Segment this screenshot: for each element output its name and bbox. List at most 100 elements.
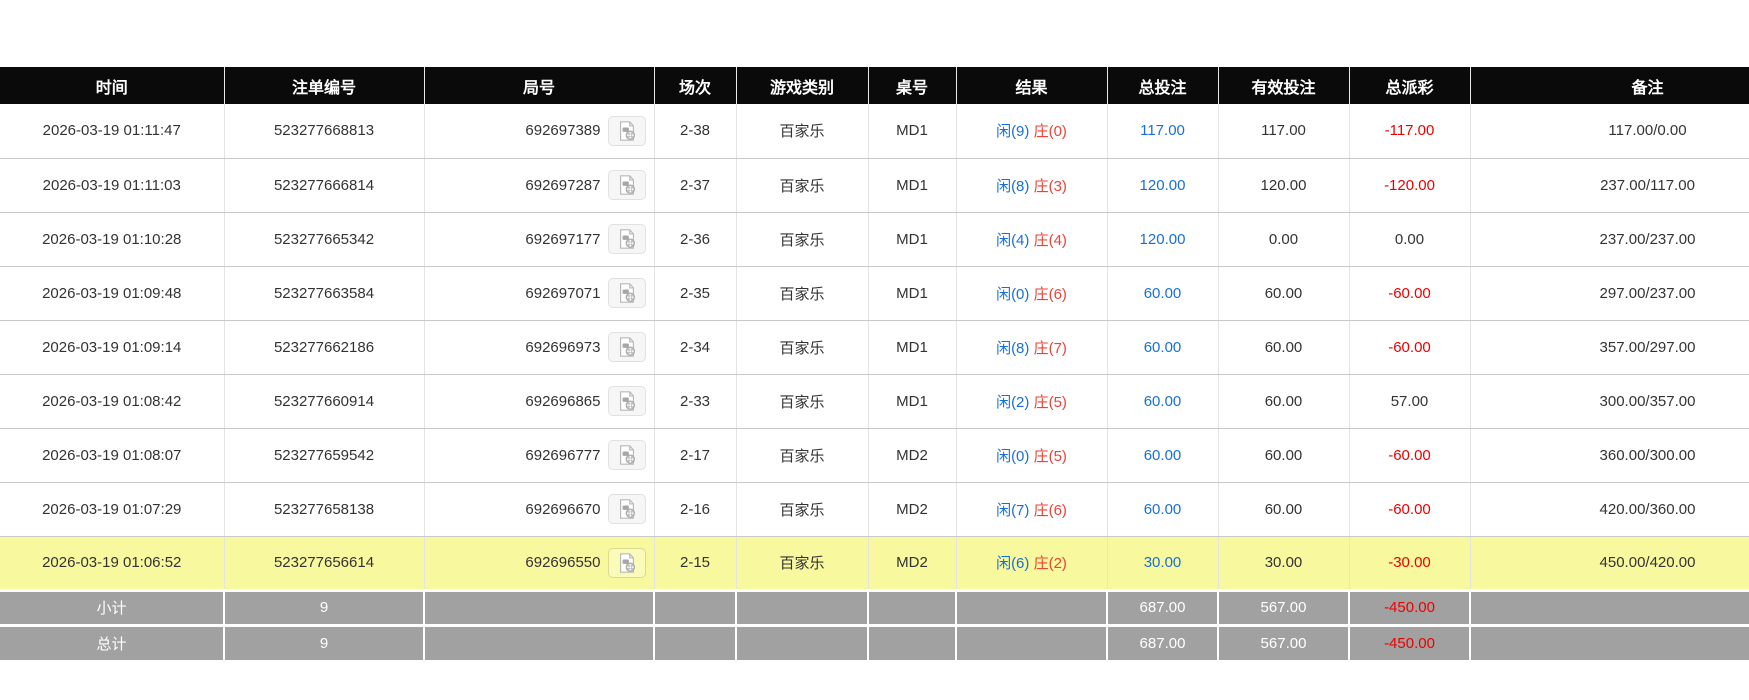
round-cell: 692696550 <box>424 536 655 591</box>
bet-id-cell: 523277660914 <box>224 374 425 429</box>
video-replay-button[interactable] <box>607 494 646 524</box>
summary-total-bet-cell: 687.00 <box>1107 623 1219 660</box>
bet-id-cell: 523277658138 <box>224 482 425 537</box>
game-type-cell: 百家乐 <box>736 428 869 483</box>
result-player: 闲(2) <box>996 393 1030 411</box>
table-row: 2026-03-19 01:08:42 523277660914 6926968… <box>0 374 1749 429</box>
summary-valid-bet-cell: 567.00 <box>1218 588 1350 625</box>
round-id-text: 692696973 <box>525 338 601 356</box>
session-cell: 2-17 <box>654 428 737 483</box>
round-id-text: 692696670 <box>525 500 601 518</box>
game-type-cell: 百家乐 <box>736 104 869 159</box>
summary-label-cell: 总计 <box>0 623 225 660</box>
total-bet-cell: 60.00 <box>1107 428 1219 483</box>
video-replay-button[interactable] <box>607 440 646 470</box>
round-id-text: 692696865 <box>525 392 601 410</box>
result-player: 闲(0) <box>996 447 1030 465</box>
payout-cell: 57.00 <box>1349 374 1471 429</box>
table-row: 2026-03-19 01:07:29 523277658138 6926966… <box>0 482 1749 537</box>
summary-empty-remark <box>1470 623 1749 660</box>
remark-cell: 450.00/420.00 <box>1470 536 1749 591</box>
result-player: 闲(8) <box>996 177 1030 195</box>
session-cell: 2-37 <box>654 158 737 213</box>
session-cell: 2-15 <box>654 536 737 591</box>
video-replay-icon <box>619 337 635 357</box>
game-type-cell: 百家乐 <box>736 212 869 267</box>
result-player: 闲(4) <box>996 231 1030 249</box>
game-type-cell: 百家乐 <box>736 536 869 591</box>
table-no-cell: MD1 <box>868 104 957 159</box>
video-replay-icon <box>619 391 635 411</box>
round-cell: 692697177 <box>424 212 655 267</box>
round-id-text: 692697287 <box>525 176 601 194</box>
summary-empty-remark <box>1470 588 1749 625</box>
video-replay-button[interactable] <box>607 547 646 578</box>
game-type-cell: 百家乐 <box>736 158 869 213</box>
result-cell: 闲(2) 庄(5) <box>956 374 1108 429</box>
video-replay-icon <box>619 445 635 465</box>
summary-payout-cell: -450.00 <box>1349 588 1471 625</box>
valid-bet-cell: 60.00 <box>1218 428 1350 483</box>
summary-empty-session <box>654 623 737 660</box>
round-cell: 692696973 <box>424 320 655 375</box>
table-no-cell: MD2 <box>868 536 957 591</box>
time-cell: 2026-03-19 01:08:07 <box>0 428 225 483</box>
total-bet-cell: 120.00 <box>1107 158 1219 213</box>
table-row: 2026-03-19 01:11:47 523277668813 6926973… <box>0 104 1749 159</box>
video-replay-icon <box>619 175 635 195</box>
result-cell: 闲(8) 庄(3) <box>956 158 1108 213</box>
video-replay-icon <box>619 552 635 573</box>
remark-cell: 300.00/357.00 <box>1470 374 1749 429</box>
result-player: 闲(0) <box>996 285 1030 303</box>
result-banker: 庄(4) <box>1033 231 1067 249</box>
video-replay-button[interactable] <box>607 115 646 146</box>
video-replay-button[interactable] <box>607 224 646 254</box>
summary-empty-round <box>424 623 655 660</box>
result-player: 闲(9) <box>996 123 1030 141</box>
col-header-valid-bet: 有效投注 <box>1218 67 1350 104</box>
session-cell: 2-38 <box>654 104 737 159</box>
session-cell: 2-35 <box>654 266 737 321</box>
table-row: 2026-03-19 01:06:52 523277656614 6926965… <box>0 536 1749 591</box>
valid-bet-cell: 120.00 <box>1218 158 1350 213</box>
summary-row: 总计 9 687.00 567.00 -450.00 <box>0 623 1749 660</box>
bet-id-cell: 523277663584 <box>224 266 425 321</box>
col-header-total-bet: 总投注 <box>1107 67 1219 104</box>
video-replay-button[interactable] <box>607 332 646 362</box>
game-type-cell: 百家乐 <box>736 374 869 429</box>
bet-id-cell: 523277666814 <box>224 158 425 213</box>
valid-bet-cell: 60.00 <box>1218 482 1350 537</box>
round-cell: 692696865 <box>424 374 655 429</box>
round-id-text: 692697177 <box>525 230 601 248</box>
table-header: 时间 注单编号 局号 场次 游戏类别 桌号 结果 总投注 有效投注 总派彩 备注 <box>0 67 1749 104</box>
game-type-cell: 百家乐 <box>736 266 869 321</box>
summary-empty-session <box>654 588 737 625</box>
total-bet-cell: 60.00 <box>1107 374 1219 429</box>
video-replay-button[interactable] <box>607 170 646 200</box>
result-cell: 闲(0) 庄(6) <box>956 266 1108 321</box>
col-header-game-type: 游戏类别 <box>736 67 869 104</box>
total-bet-cell: 60.00 <box>1107 482 1219 537</box>
result-cell: 闲(7) 庄(6) <box>956 482 1108 537</box>
time-cell: 2026-03-19 01:10:28 <box>0 212 225 267</box>
summary-empty-result <box>956 588 1108 625</box>
header-row: 时间 注单编号 局号 场次 游戏类别 桌号 结果 总投注 有效投注 总派彩 备注 <box>0 67 1749 104</box>
result-cell: 闲(6) 庄(2) <box>956 536 1108 591</box>
table-no-cell: MD1 <box>868 320 957 375</box>
total-bet-cell: 60.00 <box>1107 320 1219 375</box>
bet-history-table: 时间 注单编号 局号 场次 游戏类别 桌号 结果 总投注 有效投注 总派彩 备注… <box>0 67 1749 660</box>
summary-empty-game <box>736 623 869 660</box>
table-row: 2026-03-19 01:09:48 523277663584 6926970… <box>0 266 1749 321</box>
video-replay-button[interactable] <box>607 278 646 308</box>
round-id-text: 692696550 <box>525 554 601 571</box>
round-cell: 692697287 <box>424 158 655 213</box>
payout-cell: -117.00 <box>1349 104 1471 159</box>
round-id-text: 692696777 <box>525 446 601 464</box>
col-header-round-id: 局号 <box>424 67 655 104</box>
col-header-result: 结果 <box>956 67 1108 104</box>
round-cell: 692696777 <box>424 428 655 483</box>
summary-empty-game <box>736 588 869 625</box>
bet-id-cell: 523277659542 <box>224 428 425 483</box>
video-replay-button[interactable] <box>607 386 646 416</box>
video-replay-icon <box>619 283 635 303</box>
